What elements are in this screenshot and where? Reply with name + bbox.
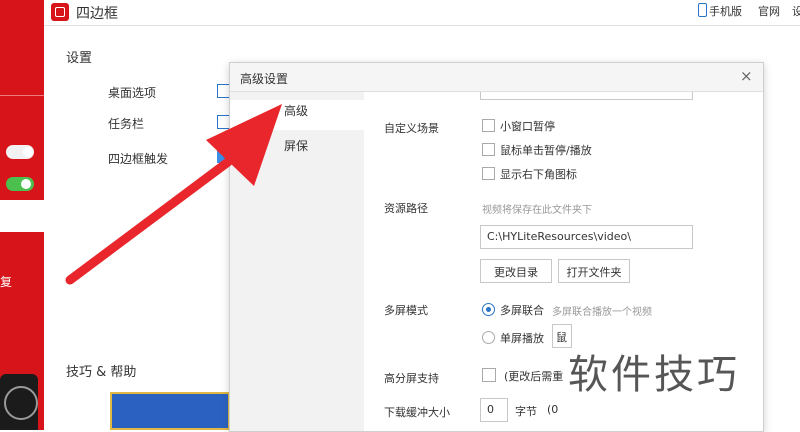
sidebar-upper <box>0 0 44 200</box>
show-tray-icon-checkbox[interactable] <box>482 167 495 180</box>
app-logo-icon <box>51 3 69 21</box>
option-desktop-label: 桌面选项 <box>108 86 157 100</box>
multi-screen-joint-radio[interactable] <box>482 303 495 316</box>
option-trigger-label: 四边框触发 <box>108 152 169 166</box>
watermark-text: 软件技巧 <box>568 352 740 398</box>
change-dir-button[interactable]: 更改目录 <box>480 259 552 283</box>
top-cut-field[interactable] <box>480 92 693 100</box>
dialog-title: 高级设置 <box>240 72 289 86</box>
settings-heading: 设置 <box>66 51 93 66</box>
official-site-link[interactable]: 官网 <box>758 3 780 19</box>
single-screen-radio[interactable] <box>482 331 495 344</box>
high-dpi-checkbox[interactable] <box>482 368 496 382</box>
small-window-pause-label[interactable]: 小窗口暂停 <box>500 118 555 134</box>
option-taskbar-label: 任务栏 <box>108 117 145 131</box>
high-dpi-hint: (更改后需重 <box>504 370 564 383</box>
multi-screen-label: 多屏模式 <box>384 304 428 317</box>
resource-path-input[interactable]: C:\HYLiteResources\video\ <box>480 225 693 249</box>
multi-screen-joint-label[interactable]: 多屏联合 <box>500 302 544 318</box>
small-window-pause-checkbox[interactable] <box>482 119 495 132</box>
dialog-nav: 高级 屏保 <box>230 92 364 431</box>
mobile-version-link[interactable]: 手机版 <box>709 3 742 19</box>
custom-scene-label: 自定义场景 <box>384 122 439 135</box>
clock-thumbnail[interactable] <box>0 374 38 430</box>
resource-path-label: 资源路径 <box>384 202 428 215</box>
click-pause-label[interactable]: 鼠标单击暂停/播放 <box>500 142 592 158</box>
sidebar-divider <box>0 95 44 96</box>
buffer-size-input[interactable]: 0 <box>480 398 508 422</box>
nav-item-advanced-label[interactable]: 高级 <box>284 102 308 119</box>
tips-heading: 技巧 & 帮助 <box>66 365 137 380</box>
settings-link[interactable]: 设 <box>792 3 800 19</box>
title-bar <box>0 0 800 26</box>
single-screen-label[interactable]: 单屏播放 <box>500 330 544 346</box>
help-thumbnail[interactable] <box>110 392 230 430</box>
dialog-header <box>230 63 763 92</box>
resource-path-hint: 视频将保存在此文件夹下 <box>482 205 592 216</box>
app-title: 四边框 <box>76 6 118 22</box>
multi-screen-joint-hint: 多屏联合播放一个视频 <box>552 307 652 318</box>
sidebar-toggle-on[interactable] <box>6 177 34 191</box>
mobile-icon[interactable] <box>698 3 707 17</box>
high-dpi-label: 高分屏支持 <box>384 372 439 385</box>
nav-item-screensaver[interactable]: 屏保 <box>284 137 308 154</box>
open-folder-button[interactable]: 打开文件夹 <box>558 259 630 283</box>
buffer-size-unit: 字节 <box>515 405 537 418</box>
buffer-size-hint: (0 <box>547 403 559 416</box>
buffer-size-label: 下载缓冲大小 <box>384 406 450 419</box>
close-icon[interactable]: × <box>740 67 753 85</box>
sidebar-item-label[interactable]: 复 <box>0 273 12 290</box>
show-tray-icon-label[interactable]: 显示右下角图标 <box>500 166 577 182</box>
click-pause-checkbox[interactable] <box>482 143 495 156</box>
sidebar-toggle-off[interactable] <box>6 145 34 159</box>
